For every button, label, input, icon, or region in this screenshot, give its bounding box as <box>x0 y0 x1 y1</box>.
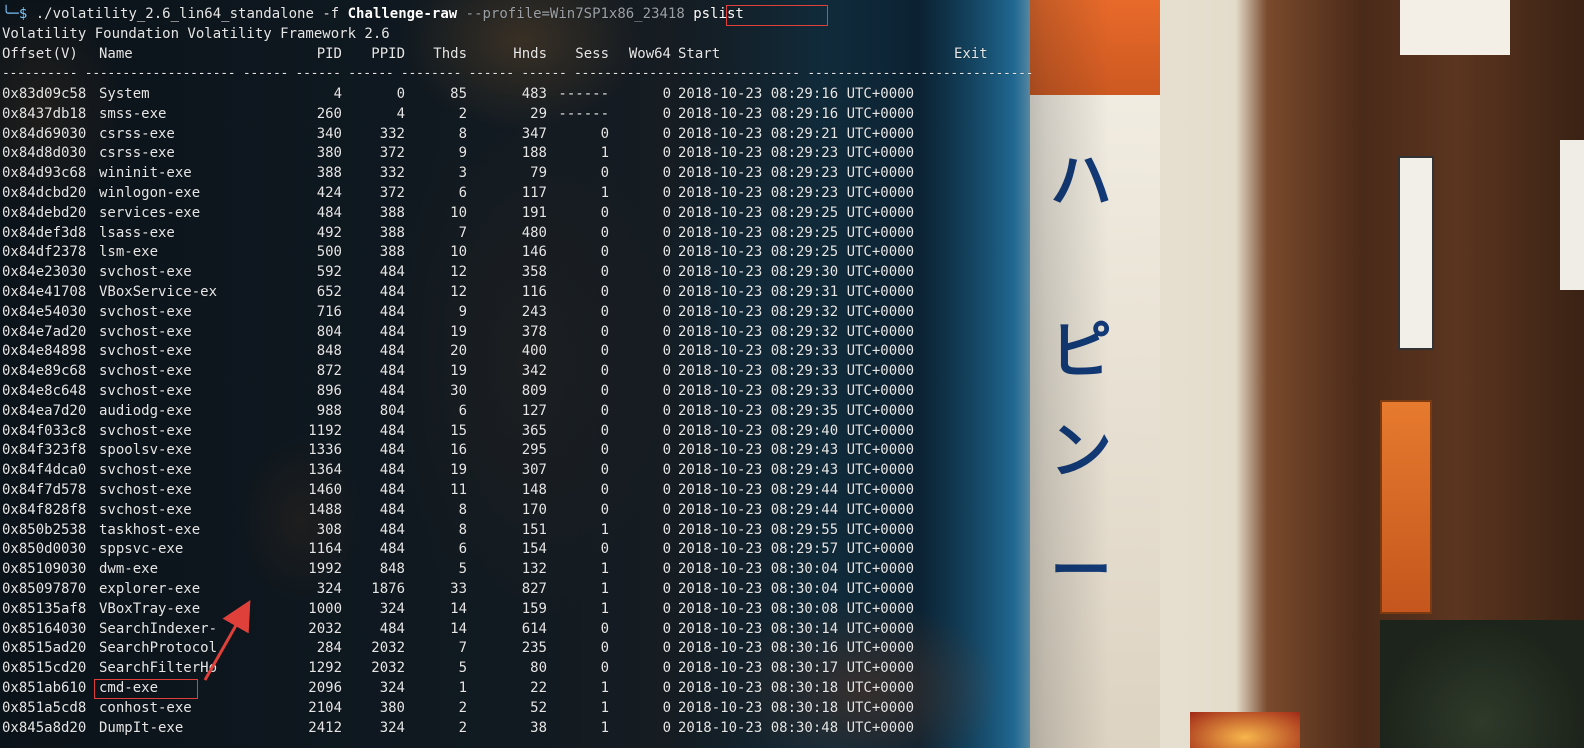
terminal-output[interactable]: ╰─$ ./volatility_2.6_lin64_standalone -f… <box>0 0 1584 748</box>
terminal-window[interactable]: ハ ピ ン ー ╰─$ ./volatility_2.6_lin64_stand… <box>0 0 1584 748</box>
annotation-arrow-icon <box>203 599 251 681</box>
